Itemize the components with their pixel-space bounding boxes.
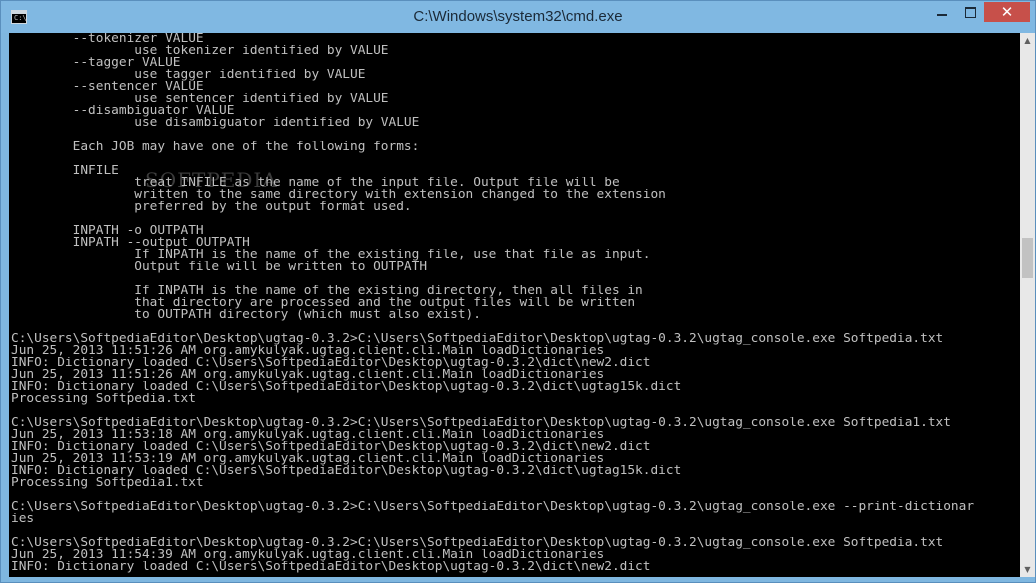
minimize-icon bbox=[937, 14, 947, 16]
console-line: C:\Users\SoftpediaEditor\Desktop\ugtag-0… bbox=[11, 537, 944, 549]
console-line: INPATH --output OUTPATH bbox=[11, 237, 250, 249]
console-line: Jun 25, 2013 11:54:39 AM org.amykulyak.u… bbox=[11, 549, 605, 561]
console-line: Each JOB may have one of the following f… bbox=[11, 141, 420, 153]
console-line: INFO: Dictionary loaded C:\Users\Softped… bbox=[11, 357, 651, 369]
console-line: Output file will be written to OUTPATH bbox=[11, 261, 428, 273]
softpedia-watermark: SOFTPEDIA bbox=[145, 168, 278, 192]
console-line: ies bbox=[11, 513, 35, 525]
minimize-button[interactable] bbox=[927, 2, 957, 22]
close-icon: ✕ bbox=[1000, 3, 1014, 21]
maximize-button[interactable] bbox=[957, 2, 983, 22]
console-line: C:\Users\SoftpediaEditor\Desktop\ugtag-0… bbox=[11, 333, 944, 345]
console-line: INFO: Dictionary loaded C:\Users\Softped… bbox=[11, 561, 651, 573]
console-line: Jun 25, 2013 11:51:26 AM org.amykulyak.u… bbox=[11, 345, 605, 357]
console-line: --sentencer VALUE bbox=[11, 81, 204, 93]
console-line: Processing Softpedia.txt bbox=[11, 393, 196, 405]
close-button[interactable]: ✕ bbox=[984, 2, 1030, 22]
scroll-up-arrow-icon[interactable]: ▲ bbox=[1020, 33, 1035, 48]
console-line: C:\Users\SoftpediaEditor\Desktop\ugtag-0… bbox=[11, 501, 975, 513]
console-line: Jun 25, 2013 11:53:19 AM org.amykulyak.u… bbox=[11, 453, 605, 465]
title-bar[interactable]: C:\ C:\Windows\system32\cmd.exe ✕ bbox=[1, 1, 1035, 33]
window-title: C:\Windows\system32\cmd.exe bbox=[413, 8, 623, 25]
console-line: use tokenizer identified by VALUE bbox=[11, 45, 389, 57]
console-lines: --tokenizer VALUE use tokenizer identifi… bbox=[9, 33, 1020, 573]
console-line: --tagger VALUE bbox=[11, 57, 181, 69]
console-line: --tokenizer VALUE bbox=[11, 33, 204, 45]
console-line: If INPATH is the name of the existing di… bbox=[11, 285, 643, 297]
scrollbar-thumb[interactable] bbox=[1022, 238, 1033, 278]
console-line: If INPATH is the name of the existing fi… bbox=[11, 249, 651, 261]
console-line: Processing Softpedia1.txt bbox=[11, 477, 204, 489]
scroll-down-arrow-icon[interactable]: ▼ bbox=[1020, 562, 1035, 577]
console-line: preferred by the output format used. bbox=[11, 201, 412, 213]
console-line: use sentencer identified by VALUE bbox=[11, 93, 389, 105]
console-line: use disambiguator identified by VALUE bbox=[11, 117, 420, 129]
console-line: INFO: Dictionary loaded C:\Users\Softped… bbox=[11, 381, 682, 393]
console-line: that directory are processed and the out… bbox=[11, 297, 636, 309]
cmd-window: C:\ C:\Windows\system32\cmd.exe ✕ --toke… bbox=[0, 0, 1036, 583]
console-line: Jun 25, 2013 11:51:26 AM org.amykulyak.u… bbox=[11, 369, 605, 381]
maximize-icon bbox=[965, 7, 976, 18]
console-line: Jun 25, 2013 11:53:18 AM org.amykulyak.u… bbox=[11, 429, 605, 441]
console-line: INFO: Dictionary loaded C:\Users\Softped… bbox=[11, 441, 651, 453]
console-line: to OUTPATH directory (which must also ex… bbox=[11, 309, 481, 321]
console-line: INPATH -o OUTPATH bbox=[11, 225, 204, 237]
vertical-scrollbar[interactable]: ▲ ▼ bbox=[1020, 33, 1035, 577]
console-output[interactable]: --tokenizer VALUE use tokenizer identifi… bbox=[9, 33, 1020, 577]
console-line: use tagger identified by VALUE bbox=[11, 69, 366, 81]
console-line: INFO: Dictionary loaded C:\Users\Softped… bbox=[11, 465, 682, 477]
console-line: C:\Users\SoftpediaEditor\Desktop\ugtag-0… bbox=[11, 417, 951, 429]
console-line: --disambiguator VALUE bbox=[11, 105, 235, 117]
